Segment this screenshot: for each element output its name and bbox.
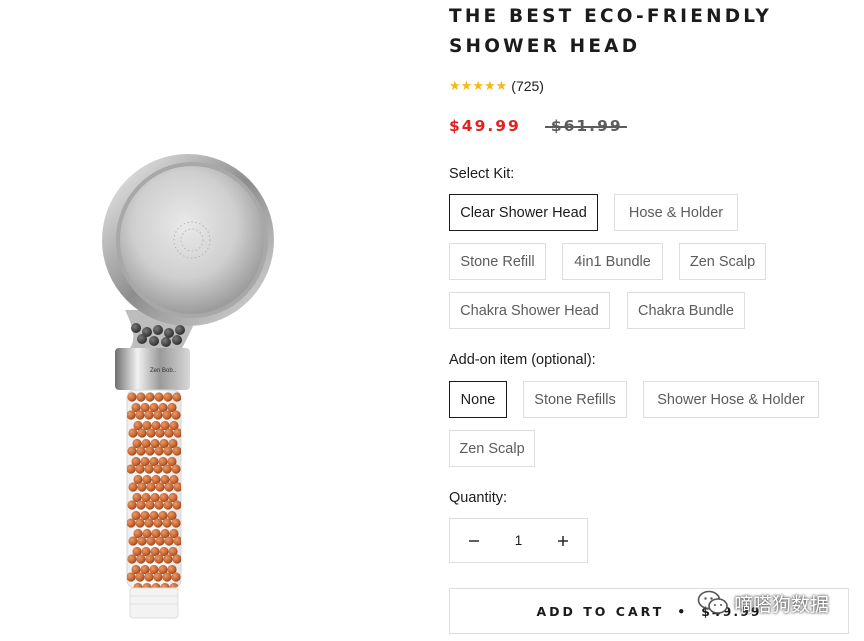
kit-option-4in1-bundle[interactable]: 4in1 Bundle — [562, 243, 663, 280]
kit-option-stone-refill[interactable]: Stone Refill — [449, 243, 546, 280]
select-kit-label: Select Kit: — [449, 166, 515, 182]
price-row: $49.99 $61.99 — [449, 114, 627, 138]
star-icon: ★ — [483, 78, 496, 94]
add-to-cart-button[interactable]: ADD TO CART • $49.99 — [449, 588, 849, 634]
quantity-increment-button[interactable] — [539, 519, 587, 562]
addon-option-zen-scalp[interactable]: Zen Scalp — [449, 430, 535, 467]
product-title-line2: SHOWER HEAD — [449, 36, 641, 57]
minus-icon — [469, 539, 479, 542]
star-icon: ★ — [472, 78, 484, 94]
cart-separator: • — [677, 603, 689, 619]
product-title: THE BEST ECO-FRIENDLY SHOWER HEAD — [449, 2, 849, 62]
addon-option-shower-hose-holder[interactable]: Shower Hose & Holder — [643, 381, 819, 418]
star-icon: ★ — [460, 78, 473, 94]
compare-at-price: $61.99 — [544, 117, 627, 135]
star-icon: ★ — [449, 78, 461, 94]
svg-text:Zen Bob..: Zen Bob.. — [150, 368, 176, 374]
rating-count: (725) — [511, 78, 544, 94]
rating-stars: ★ ★ ★ ★ ★ — [449, 80, 507, 93]
kit-option-hose-holder[interactable]: Hose & Holder — [614, 194, 738, 231]
addon-option-stone-refills[interactable]: Stone Refills — [523, 381, 627, 418]
sale-price: $49.99 — [449, 117, 521, 135]
kit-option-chakra-shower-head[interactable]: Chakra Shower Head — [449, 292, 610, 329]
kit-option-clear-shower-head[interactable]: Clear Shower Head — [449, 194, 598, 231]
quantity-selector: 1 — [449, 518, 588, 563]
addon-option-none[interactable]: None — [449, 381, 507, 418]
shower-head-illustration: Zen Bob.. — [102, 154, 274, 619]
kit-option-zen-scalp[interactable]: Zen Scalp — [679, 243, 766, 280]
product-rating[interactable]: ★ ★ ★ ★ ★ (725) — [449, 76, 544, 96]
quantity-input[interactable]: 1 — [498, 533, 539, 548]
star-icon: ★ — [495, 78, 508, 94]
product-image: Zen Bob.. — [80, 140, 290, 630]
quantity-label: Quantity: — [449, 490, 508, 506]
product-title-line1: THE BEST ECO-FRIENDLY — [449, 6, 773, 27]
kit-option-chakra-bundle[interactable]: Chakra Bundle — [627, 292, 745, 329]
add-to-cart-label: ADD TO CART — [536, 603, 665, 619]
addon-label: Add-on item (optional): — [449, 352, 596, 368]
quantity-decrement-button[interactable] — [450, 519, 498, 562]
cart-price: $49.99 — [701, 603, 762, 619]
plus-icon — [558, 535, 568, 546]
